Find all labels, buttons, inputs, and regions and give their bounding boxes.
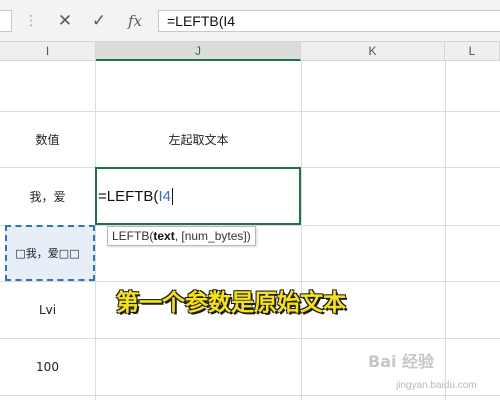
tooltip-current-argument[interactable]: text <box>153 229 174 243</box>
baidu-jingyan-watermark: Bai 经验 jingyan.baidu.com <box>362 340 494 398</box>
editor-reference: I4 <box>158 187 171 205</box>
watermark-url: jingyan.baidu.com <box>396 380 477 391</box>
name-box[interactable] <box>0 10 12 32</box>
cell-i-row3[interactable]: □我，爱□□ <box>0 225 95 281</box>
column-header-k[interactable]: K <box>301 42 445 61</box>
column-header-i[interactable]: I <box>0 42 96 61</box>
cancel-icon[interactable]: ✕ <box>52 8 78 34</box>
cell-j-header[interactable]: 左起取文本 <box>96 111 301 167</box>
tooltip-function-name: LEFTB( <box>112 229 154 243</box>
enter-icon[interactable]: ✓ <box>86 8 112 34</box>
tooltip-rest: , [num_bytes]) <box>174 229 251 243</box>
cell-i-row2[interactable]: 我，爱 <box>0 167 95 225</box>
editor-text: =LEFTB( <box>98 187 159 205</box>
cell-i-row5[interactable]: 100 <box>0 338 95 395</box>
column-header-j[interactable]: J <box>96 42 301 61</box>
formula-input[interactable]: =LEFTB(I4 <box>158 10 500 32</box>
cell-i-header[interactable]: 数值 <box>0 111 95 167</box>
column-header-l[interactable]: L <box>445 42 500 61</box>
function-tooltip: LEFTB(text, [num_bytes]) <box>107 226 256 246</box>
active-cell-editor[interactable]: =LEFTB(I4 <box>95 167 301 225</box>
annotation-caption: 第一个参数是原始文本 <box>116 290 346 316</box>
text-caret <box>171 187 173 205</box>
formula-bar: ⋮ ✕ ✓ fx =LEFTB(I4 <box>0 0 500 42</box>
watermark-logo-text: Bai 经验 <box>368 352 435 371</box>
cell-i-row4[interactable]: Lvi <box>0 281 95 338</box>
insert-function-icon[interactable]: fx <box>122 8 148 34</box>
grip-dots-icon[interactable]: ⋮ <box>24 10 38 32</box>
worksheet-grid: 数值 我，爱 □我，爱□□ Lvi 100 左起取文本 =LEFTB(I4 LE… <box>0 61 500 400</box>
